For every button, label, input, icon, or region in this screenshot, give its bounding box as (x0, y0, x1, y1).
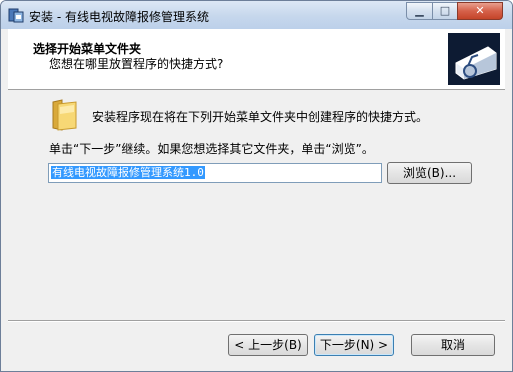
maximize-icon: □ (439, 4, 451, 17)
minimize-icon: ▁ (415, 4, 424, 17)
installer-window: 安装 - 有线电视故障报修管理系统 ▁ □ ✕ 选择开始菜单文件夹 您想在哪里放… (0, 0, 513, 372)
folder-icon (52, 99, 77, 131)
folder-input-value: 有线电视故障报修管理系统1.0 (51, 166, 205, 179)
wizard-logo-icon (448, 33, 500, 85)
close-icon: ✕ (475, 4, 485, 17)
close-button[interactable]: ✕ (457, 2, 503, 20)
footer-divider (8, 320, 505, 322)
wizard-client-area: 选择开始菜单文件夹 您想在哪里放置程序的快捷方式? 安装程序现在将在下列开始菜单… (8, 29, 505, 365)
start-menu-folder-input[interactable]: 有线电视故障报修管理系统1.0 (48, 163, 382, 183)
next-button[interactable]: 下一步(N) > (314, 334, 394, 356)
browse-button[interactable]: 浏览(B)... (387, 162, 472, 184)
setup-app-icon (8, 8, 24, 23)
maximize-button[interactable]: □ (432, 2, 458, 20)
info-text: 安装程序现在将在下列开始菜单文件夹中创建程序的快捷方式。 (92, 110, 429, 124)
page-subtitle: 您想在哪里放置程序的快捷方式? (49, 57, 224, 71)
window-title: 安装 - 有线电视故障报修管理系统 (29, 10, 209, 24)
cancel-button[interactable]: 取消 (411, 334, 495, 356)
title-bar[interactable]: 安装 - 有线电视故障报修管理系统 ▁ □ ✕ (1, 1, 512, 29)
back-button[interactable]: < 上一步(B) (228, 334, 308, 356)
wizard-header: 选择开始菜单文件夹 您想在哪里放置程序的快捷方式? (8, 29, 505, 90)
instruction-text: 单击“下一步”继续。如果您想选择其它文件夹，单击“浏览”。 (49, 142, 374, 156)
minimize-button[interactable]: ▁ (406, 2, 433, 20)
